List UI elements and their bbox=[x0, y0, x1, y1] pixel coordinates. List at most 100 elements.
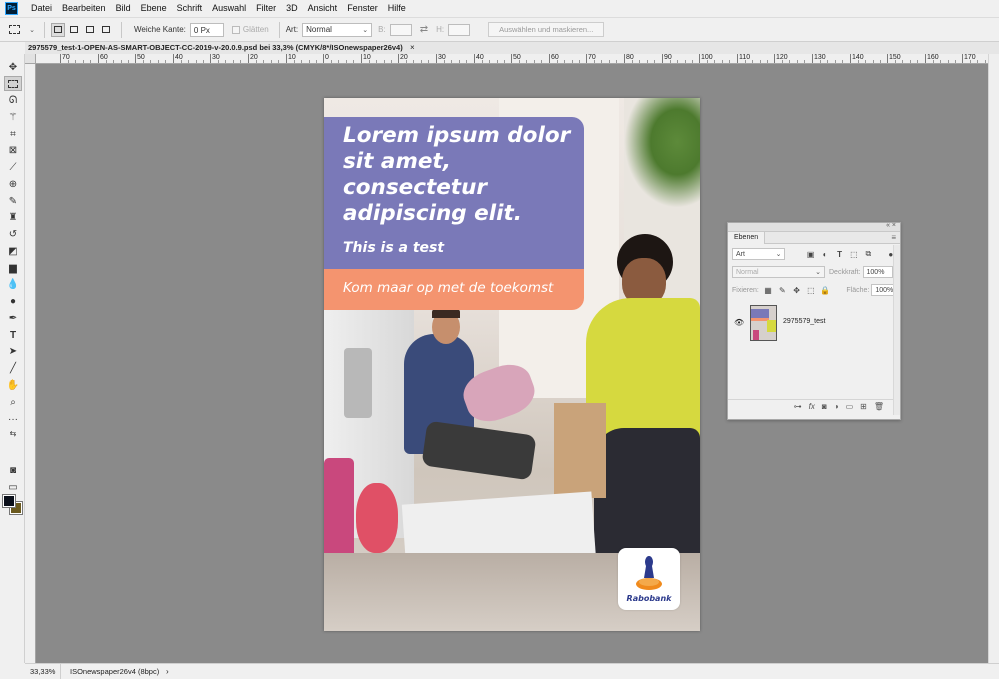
ruler-minor-tick bbox=[707, 60, 708, 63]
lock-image-icon[interactable]: ✎ bbox=[777, 286, 787, 295]
visibility-eye-icon[interactable]: 👁 bbox=[734, 318, 744, 327]
chevron-down-icon: ⌄ bbox=[362, 26, 369, 34]
link-layers-icon[interactable]: ⊶ bbox=[794, 402, 802, 411]
zoom-tool-icon[interactable]: ⌕ bbox=[4, 395, 22, 410]
ruler-minor-tick bbox=[428, 60, 429, 63]
lock-artboard-icon[interactable]: ⬚ bbox=[806, 286, 816, 295]
menu-bild[interactable]: Bild bbox=[111, 0, 136, 17]
feather-input[interactable]: 0 Px bbox=[189, 22, 224, 37]
document-artboard[interactable]: Lorem ipsum dolor sit amet, consectetur … bbox=[324, 98, 700, 631]
panel-header[interactable]: « × bbox=[728, 222, 900, 232]
screen-mode-icon[interactable]: ▭ bbox=[4, 480, 22, 495]
path-selection-tool-icon[interactable]: ➤ bbox=[4, 344, 22, 359]
menu-ebene[interactable]: Ebene bbox=[136, 0, 172, 17]
blur-tool-icon[interactable]: 💧 bbox=[4, 277, 22, 292]
delete-layer-icon[interactable]: 🗑 bbox=[874, 402, 884, 411]
move-tool-icon[interactable]: ✥ bbox=[4, 60, 22, 75]
quick-mask-icon[interactable]: ◙ bbox=[4, 463, 22, 478]
tool-preset-picker[interactable]: ⌄ bbox=[6, 21, 38, 39]
document-info[interactable]: ISOnewspaper26v4 (8bpc) bbox=[61, 667, 161, 676]
swap-width-height-icon[interactable]: ⇄ bbox=[420, 24, 428, 35]
adjustment-layer-icon[interactable]: ◑ bbox=[834, 402, 839, 411]
smart-object-filter-icon[interactable]: ⧉ bbox=[863, 249, 873, 259]
healing-brush-tool-icon[interactable]: ⊕ bbox=[4, 177, 22, 192]
type-tool-icon[interactable]: T bbox=[4, 328, 22, 343]
add-mask-icon[interactable]: ◙ bbox=[822, 402, 827, 411]
ruler-minor-tick bbox=[489, 60, 490, 63]
filter-kind-select[interactable]: Art ⌄ bbox=[732, 248, 786, 260]
swap-colors-icon[interactable]: ⇆ bbox=[4, 427, 22, 439]
subtract-from-selection-button[interactable] bbox=[83, 23, 97, 37]
intersect-selection-button[interactable] bbox=[99, 23, 113, 37]
menu-datei[interactable]: Datei bbox=[26, 0, 57, 17]
gradient-tool-icon[interactable]: ▆ bbox=[4, 261, 22, 276]
menu-schrift[interactable]: Schrift bbox=[172, 0, 208, 17]
lock-position-icon[interactable]: ✥ bbox=[791, 286, 801, 295]
ruler-minor-tick bbox=[789, 60, 790, 63]
color-swatches[interactable] bbox=[2, 494, 23, 515]
hand-tool-icon[interactable]: ✋ bbox=[4, 378, 22, 393]
marquee-tool-icon[interactable] bbox=[4, 76, 22, 91]
blend-mode-select[interactable]: Normal ⌄ bbox=[732, 266, 825, 278]
select-and-mask-button[interactable]: Auswählen und maskieren... bbox=[488, 22, 605, 37]
antialias-checkbox[interactable] bbox=[231, 25, 240, 34]
adjustment-filter-icon[interactable]: ◐ bbox=[820, 250, 830, 259]
opacity-input[interactable]: 100% bbox=[862, 266, 893, 278]
new-selection-button[interactable] bbox=[51, 22, 65, 37]
shape-filter-icon[interactable]: ⬚ bbox=[849, 250, 859, 259]
dodge-tool-icon[interactable]: ● bbox=[4, 294, 22, 309]
ruler-minor-tick bbox=[519, 60, 520, 63]
menu-3d[interactable]: 3D bbox=[281, 0, 303, 17]
collapse-close-icons[interactable]: « × bbox=[886, 222, 896, 229]
new-layer-icon[interactable]: ⊞ bbox=[860, 402, 867, 411]
document-tab[interactable]: 2975579_test-1-OPEN-AS-SMART-OBJECT-CC-2… bbox=[28, 42, 417, 54]
clone-stamp-tool-icon[interactable]: ♜ bbox=[4, 210, 22, 225]
panel-menu-icon[interactable]: ≡ bbox=[891, 232, 896, 244]
new-group-icon[interactable]: ▭ bbox=[846, 402, 854, 411]
add-to-selection-button[interactable] bbox=[67, 23, 81, 37]
fill-value: 100% bbox=[875, 286, 894, 294]
lock-all-icon[interactable]: 🔒 bbox=[820, 286, 830, 295]
chevron-right-icon[interactable]: › bbox=[166, 667, 169, 676]
vertical-scrollbar[interactable] bbox=[988, 54, 999, 663]
menu-ansicht[interactable]: Ansicht bbox=[303, 0, 343, 17]
more-tools-icon[interactable]: ··· bbox=[4, 412, 22, 427]
menu-bearbeiten[interactable]: Bearbeiten bbox=[57, 0, 111, 17]
height-input[interactable] bbox=[448, 23, 471, 36]
ruler-origin[interactable] bbox=[25, 54, 36, 64]
ruler-label: 130 bbox=[814, 54, 826, 61]
image-filter-icon[interactable]: ▣ bbox=[805, 250, 815, 259]
magic-wand-tool-icon[interactable]: ⚚ bbox=[4, 110, 22, 125]
close-icon[interactable]: × bbox=[410, 42, 415, 54]
tab-ebenen[interactable]: Ebenen bbox=[728, 232, 766, 244]
type-filter-icon[interactable]: T bbox=[834, 250, 844, 259]
crop-tool-icon[interactable]: ⌗ bbox=[4, 127, 22, 142]
foreground-color-swatch[interactable] bbox=[2, 494, 16, 508]
layers-scrollbar[interactable] bbox=[893, 245, 900, 415]
horizontal-ruler[interactable]: 70 60 50 40 30 20 10 0 10 20 30 40 50 60 70 80 90 100 110 1… bbox=[36, 54, 988, 64]
brush-tool-icon[interactable]: ✎ bbox=[4, 194, 22, 209]
menu-hilfe[interactable]: Hilfe bbox=[383, 0, 411, 17]
ruler-minor-tick bbox=[933, 60, 934, 63]
frame-tool-icon[interactable]: ⊠ bbox=[4, 143, 22, 158]
zoom-level[interactable]: 33,33% bbox=[25, 663, 61, 679]
lock-transparent-icon[interactable]: ▦ bbox=[763, 286, 773, 295]
history-brush-tool-icon[interactable]: ↺ bbox=[4, 227, 22, 242]
vertical-ruler[interactable] bbox=[25, 64, 36, 663]
pen-tool-icon[interactable]: ✒ bbox=[4, 311, 22, 326]
menu-filter[interactable]: Filter bbox=[251, 0, 281, 17]
menu-auswahl[interactable]: Auswahl bbox=[207, 0, 251, 17]
eyedropper-tool-icon[interactable]: ⟋ bbox=[4, 160, 22, 175]
menu-fenster[interactable]: Fenster bbox=[342, 0, 383, 17]
width-input[interactable] bbox=[389, 23, 412, 36]
layer-row[interactable]: 👁 2975579_test bbox=[728, 304, 894, 342]
eraser-tool-icon[interactable]: ◩ bbox=[4, 244, 22, 259]
style-select[interactable]: Normal ⌄ bbox=[302, 22, 373, 37]
rabobank-wordmark: Rabobank bbox=[626, 594, 672, 603]
lasso-tool-icon[interactable]: ᘏ bbox=[4, 93, 22, 108]
ruler-minor-tick bbox=[331, 60, 332, 63]
ruler-minor-tick bbox=[459, 60, 460, 63]
line-tool-icon[interactable]: ╱ bbox=[4, 361, 22, 376]
options-bar: ⌄ Weiche Kante: 0 Px Glätten Art: Normal… bbox=[0, 17, 999, 42]
layer-style-icon[interactable]: fx bbox=[809, 402, 815, 411]
